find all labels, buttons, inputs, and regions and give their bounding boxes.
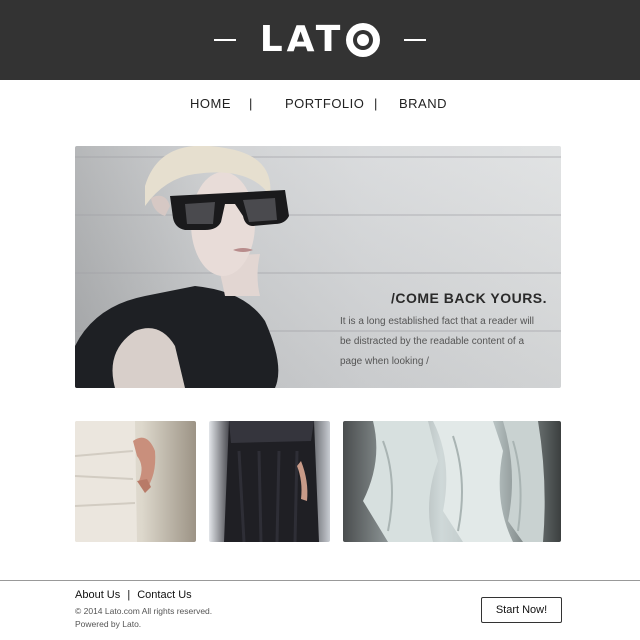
nav-separator: | [374,96,378,111]
white-dress-photo-icon [75,421,156,542]
main-nav: HOME | PORTFOLIO | BRAND [0,96,640,120]
header-dash-right [404,39,427,41]
copyright-text: © 2014 Lato.com All rights reserved. [75,606,213,616]
nav-home[interactable]: HOME [190,96,231,111]
white-ruffle-fabric-photo-icon [363,421,545,542]
black-dress-photo-icon [224,421,319,542]
thumbnail-white-dress[interactable] [75,421,196,542]
footer-link-separator: | [127,589,131,601]
about-us-link[interactable]: About Us [75,589,120,601]
logo[interactable]: LAT [260,22,381,58]
footer-divider [0,580,640,581]
thumbnail-white-ruffle[interactable] [343,421,561,542]
contact-us-link[interactable]: Contact Us [137,589,191,601]
logo-text: LAT [259,19,345,60]
nav-separator: | [249,96,253,111]
nav-portfolio[interactable]: PORTFOLIO [285,96,364,111]
site-header: LAT [0,0,640,80]
logo-o-icon [346,23,381,57]
start-now-button[interactable]: Start Now! [481,597,562,623]
nav-brand[interactable]: BRAND [399,96,447,111]
thumbnail-black-dress[interactable] [209,421,330,542]
hero-banner: /COME BACK YOURS. It is a long establish… [75,146,561,388]
footer-links: About Us | Contact Us [75,589,192,601]
hero-text: It is a long established fact that a rea… [340,316,534,367]
header-dash-left [213,39,236,41]
powered-by-text: Powered by Lato. [75,619,142,629]
hero-title: /COME BACK YOURS. [391,290,548,306]
